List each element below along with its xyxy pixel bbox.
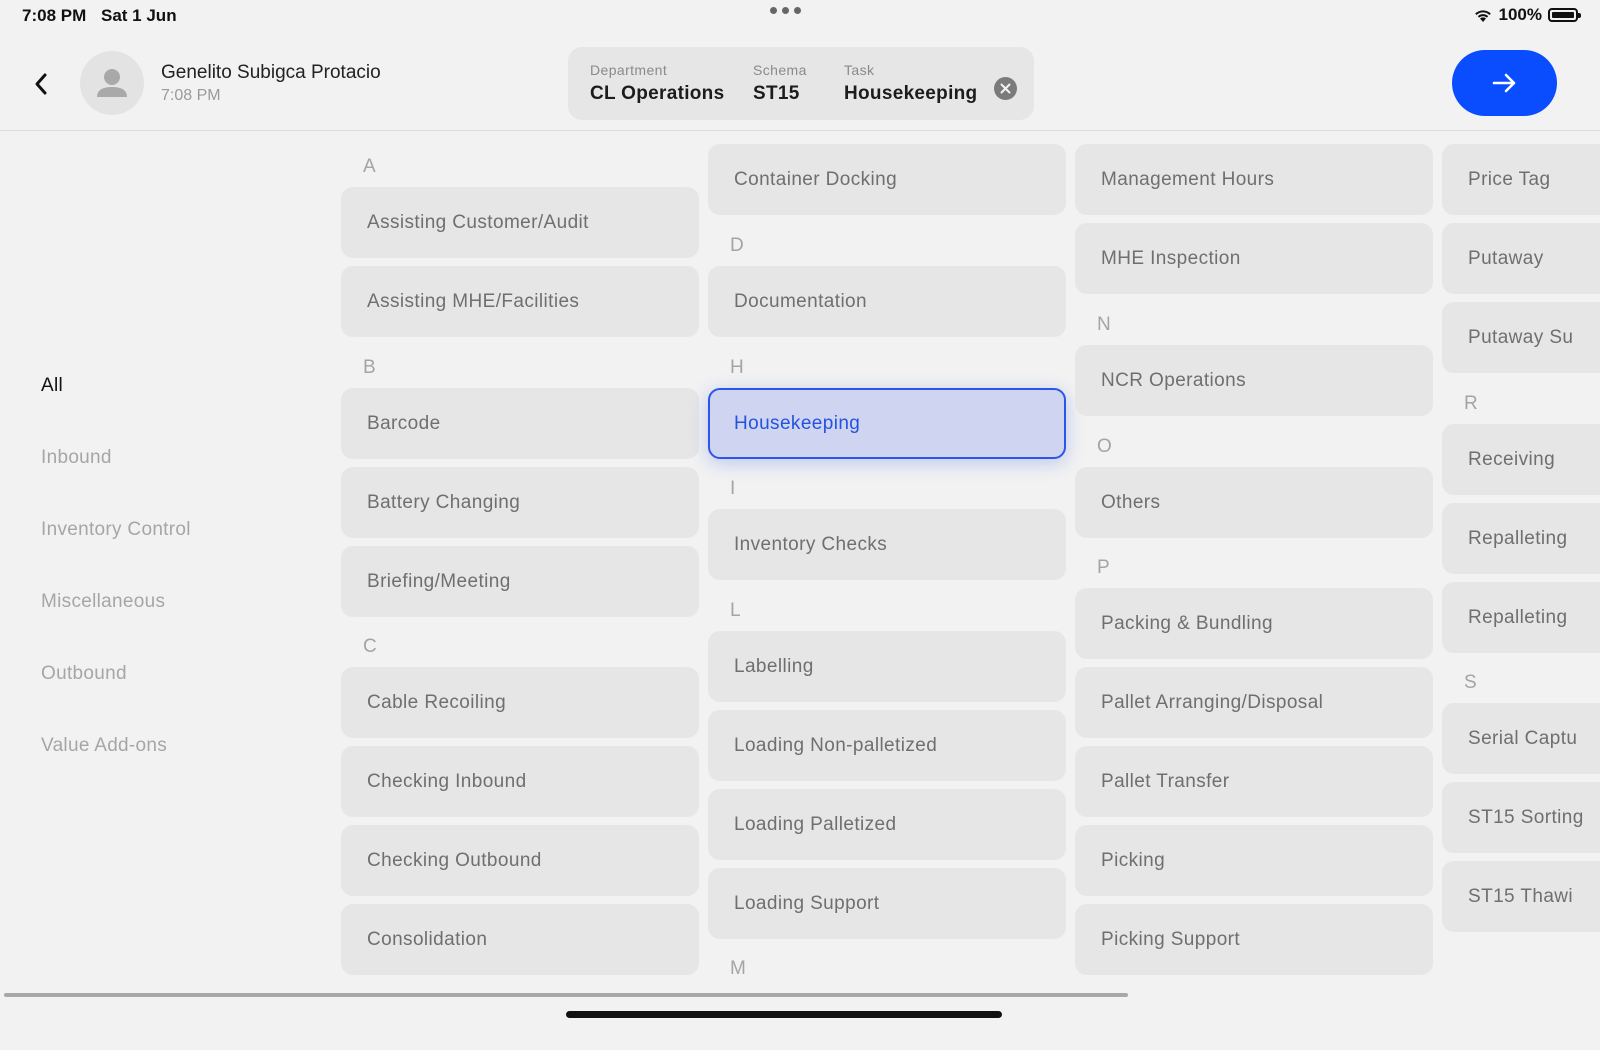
task-housekeeping[interactable]: Housekeeping [708, 388, 1066, 459]
home-indicator[interactable] [566, 1011, 1002, 1018]
task-picking[interactable]: Picking [1075, 825, 1433, 896]
task-loading-non-palletized[interactable]: Loading Non-palletized [708, 710, 1066, 781]
task-mhe-inspection[interactable]: MHE Inspection [1075, 223, 1433, 294]
task-repalleting[interactable]: Repalleting [1442, 503, 1600, 574]
department-summary: Department CL Operations [590, 62, 724, 105]
arrow-right-icon [1492, 73, 1515, 93]
task-others[interactable]: Others [1075, 467, 1433, 538]
task-documentation[interactable]: Documentation [708, 266, 1066, 337]
task-inventory-checks[interactable]: Inventory Checks [708, 509, 1066, 580]
next-button[interactable] [1452, 50, 1557, 116]
task-st15-thawing[interactable]: ST15 Thawi [1442, 861, 1600, 932]
task-ncr-operations[interactable]: NCR Operations [1075, 345, 1433, 416]
battery-icon [1548, 8, 1581, 22]
section-header-b: B [363, 357, 376, 378]
task-loading-support[interactable]: Loading Support [708, 868, 1066, 939]
schema-summary: Schema ST15 [753, 62, 807, 105]
task-pallet-transfer[interactable]: Pallet Transfer [1075, 746, 1433, 817]
task-grid[interactable]: A Assisting Customer/Audit Assisting MHE… [0, 131, 1600, 991]
task-pallet-arranging-disposal[interactable]: Pallet Arranging/Disposal [1075, 667, 1433, 738]
status-time: 7:08 PM [22, 6, 87, 25]
task-briefing-meeting[interactable]: Briefing/Meeting [341, 546, 699, 617]
section-header-n: N [1097, 314, 1111, 335]
task-picking-support[interactable]: Picking Support [1075, 904, 1433, 975]
task-putaway[interactable]: Putaway [1442, 223, 1600, 294]
task-assisting-mhe-facilities[interactable]: Assisting MHE/Facilities [341, 266, 699, 337]
user-name: Genelito Subigca Protacio [161, 62, 381, 83]
department-value: CL Operations [590, 83, 725, 104]
section-header-p: P [1097, 557, 1110, 578]
wifi-icon [1474, 9, 1491, 22]
task-container-docking[interactable]: Container Docking [708, 144, 1066, 215]
section-header-c: C [363, 636, 377, 657]
task-repalleting[interactable]: Repalleting [1442, 582, 1600, 653]
section-header-m: M [730, 958, 746, 979]
selection-summary: Department CL Operations Schema ST15 Tas… [568, 47, 1034, 120]
section-header-h: H [730, 357, 744, 378]
task-value: Housekeeping [844, 83, 978, 104]
section-header-l: L [730, 600, 741, 621]
horizontal-scrollbar[interactable] [4, 993, 1128, 997]
task-label: Task [844, 62, 875, 78]
task-consolidation[interactable]: Consolidation [341, 904, 699, 975]
status-indicators: 100% [1473, 5, 1581, 25]
back-button[interactable] [26, 66, 56, 102]
task-cable-recoiling[interactable]: Cable Recoiling [341, 667, 699, 738]
person-icon [97, 69, 127, 97]
task-battery-changing[interactable]: Battery Changing [341, 467, 699, 538]
task-checking-outbound[interactable]: Checking Outbound [341, 825, 699, 896]
task-summary: Task Housekeeping [844, 62, 977, 105]
section-header-r: R [1464, 393, 1478, 414]
avatar [80, 51, 144, 115]
user-time: 7:08 PM [161, 87, 221, 104]
multitasking-dots-icon[interactable] [770, 7, 801, 14]
clear-selection-button[interactable] [994, 77, 1017, 100]
task-management-hours[interactable]: Management Hours [1075, 144, 1433, 215]
task-st15-sorting[interactable]: ST15 Sorting [1442, 782, 1600, 853]
section-header-i: I [730, 478, 736, 499]
task-price-tag[interactable]: Price Tag [1442, 144, 1600, 215]
task-putaway-su[interactable]: Putaway Su [1442, 302, 1600, 373]
task-receiving[interactable]: Receiving [1442, 424, 1600, 495]
task-assisting-customer-audit[interactable]: Assisting Customer/Audit [341, 187, 699, 258]
schema-label: Schema [753, 62, 807, 78]
task-labelling[interactable]: Labelling [708, 631, 1066, 702]
task-serial-capture[interactable]: Serial Captu [1442, 703, 1600, 774]
task-checking-inbound[interactable]: Checking Inbound [341, 746, 699, 817]
clear-icon [1000, 83, 1011, 94]
department-label: Department [590, 62, 668, 78]
task-barcode[interactable]: Barcode [341, 388, 699, 459]
schema-value: ST15 [753, 83, 800, 104]
task-loading-palletized[interactable]: Loading Palletized [708, 789, 1066, 860]
status-date: Sat 1 Jun [101, 6, 177, 25]
chevron-left-icon [35, 73, 47, 95]
section-header-o: O [1097, 436, 1112, 457]
section-header-d: D [730, 235, 744, 256]
battery-percent: 100% [1498, 5, 1542, 24]
section-header-s: S [1464, 672, 1477, 693]
section-header-a: A [363, 156, 376, 177]
task-packing-bundling[interactable]: Packing & Bundling [1075, 588, 1433, 659]
